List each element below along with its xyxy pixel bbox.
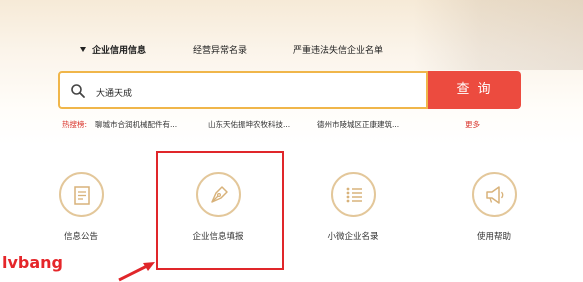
document-icon <box>73 186 90 205</box>
function-small-micro-directory[interactable]: 小微企业名录 <box>321 172 385 242</box>
search-icon <box>71 84 85 98</box>
function-label: 小微企业名录 <box>327 232 379 242</box>
hot-search-link[interactable]: 德州市陵城区正康建筑... <box>317 119 399 130</box>
function-icon-circle <box>471 172 517 217</box>
search-box <box>58 71 428 109</box>
search-button[interactable]: 查询 <box>428 71 521 109</box>
annotation-arrow <box>118 262 155 282</box>
annotation-highlight-box <box>156 151 284 270</box>
function-icon-circle <box>58 172 104 217</box>
search-input[interactable] <box>94 82 418 102</box>
function-label: 使用帮助 <box>476 232 511 242</box>
list-icon <box>346 187 362 203</box>
hot-search-bar: 热搜榜: 聊城市合润机械配件有... 山东天佑振坤农牧科技... 德州市陵城区正… <box>62 119 522 131</box>
tab-label: 经营异常名录 <box>193 46 248 56</box>
tab-abnormal-operations[interactable]: 经营异常名录 <box>193 43 247 56</box>
hot-search-link[interactable]: 山东天佑振坤农牧科技... <box>208 119 290 130</box>
watermark-text: lvbang <box>2 253 64 272</box>
hot-search-more-link[interactable]: 更多 <box>465 119 480 130</box>
tab-label: 严重违法失信企业名单 <box>293 46 384 56</box>
megaphone-icon <box>485 186 503 204</box>
function-info-announcement[interactable]: 信息公告 <box>49 172 113 242</box>
search-bar: 查询 <box>58 71 521 109</box>
hot-search-link[interactable]: 聊城市合润机械配件有... <box>95 119 177 130</box>
tab-label: 企业信用信息 <box>92 46 147 56</box>
search-category-tabs: 企业信用信息 经营异常名录 严重违法失信企业名单 <box>0 43 583 63</box>
hot-search-label: 热搜榜: <box>62 120 88 129</box>
tab-serious-violation[interactable]: 严重违法失信企业名单 <box>293 43 383 56</box>
triangle-down-icon <box>80 47 86 52</box>
tab-enterprise-credit[interactable]: 企业信用信息 <box>80 43 146 56</box>
function-usage-help[interactable]: 使用帮助 <box>462 172 526 242</box>
function-label: 信息公告 <box>63 232 98 242</box>
function-icon-circle <box>330 172 376 217</box>
